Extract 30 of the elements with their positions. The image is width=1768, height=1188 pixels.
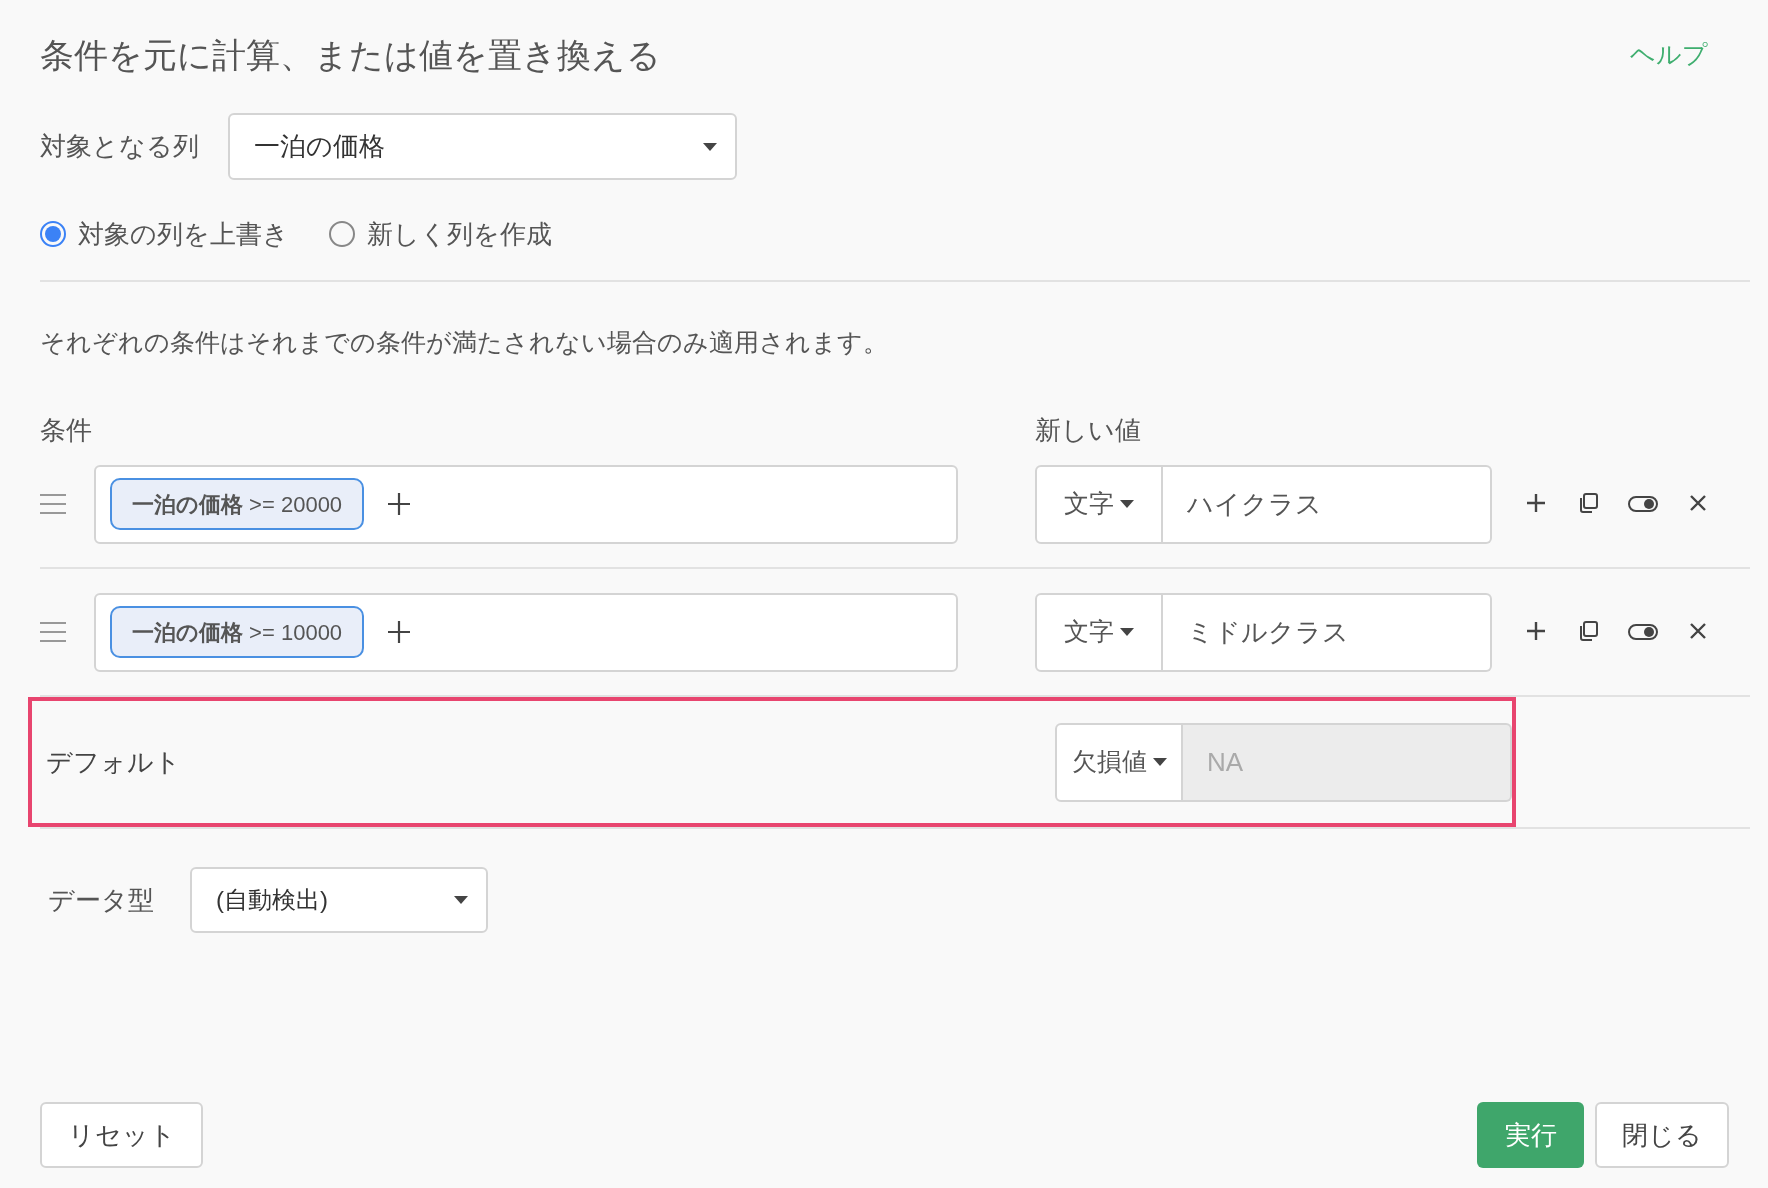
default-label: デフォルト — [46, 745, 182, 779]
value-input[interactable]: ハイクラス — [1163, 464, 1492, 544]
drag-handle-icon[interactable] — [40, 622, 66, 642]
column-dropdown[interactable]: 一泊の価格 — [228, 113, 737, 180]
column-header: 新しい値 — [1035, 414, 1141, 441]
caret-icon — [1152, 758, 1167, 766]
reset-button[interactable]: リセット — [40, 1102, 203, 1168]
caret-icon — [703, 142, 717, 151]
value-input[interactable]: ミドルクラス — [1163, 592, 1492, 672]
drag-handle-icon[interactable] — [40, 494, 66, 514]
add-icon[interactable] — [388, 493, 411, 515]
caret-icon — [1120, 500, 1134, 508]
column-header: 条件 — [40, 414, 93, 441]
radio-option[interactable]: 新しく列を作成 — [329, 214, 552, 254]
close-button[interactable]: 閉じる — [1595, 1102, 1729, 1168]
field-label: データ型 — [48, 883, 155, 917]
condition-chip[interactable]: 一泊の価格 >= 10000 — [110, 606, 365, 658]
add-icon[interactable] — [388, 621, 411, 643]
type-dropdown[interactable]: 文字 — [1035, 592, 1163, 672]
data-type-dropdown[interactable]: (自動検出) — [190, 867, 488, 933]
caret-icon — [1120, 628, 1134, 636]
radio-option[interactable]: 対象の列を上書き — [40, 214, 289, 254]
dialog-title: 条件を元に計算、または値を置き換える — [40, 34, 661, 76]
type-dropdown[interactable]: 文字 — [1035, 464, 1163, 544]
field-label: 対象となる列 — [40, 130, 200, 163]
caret-icon — [454, 896, 468, 904]
condition-chip[interactable]: 一泊の価格 >= 20000 — [110, 478, 365, 530]
condition-field[interactable]: 一泊の価格 >= 10000 — [94, 592, 958, 672]
condition-field[interactable]: 一泊の価格 >= 20000 — [94, 464, 958, 544]
notice-text: それぞれの条件はそれまでの条件が満たされない場合のみ適用されます。 — [40, 327, 889, 356]
